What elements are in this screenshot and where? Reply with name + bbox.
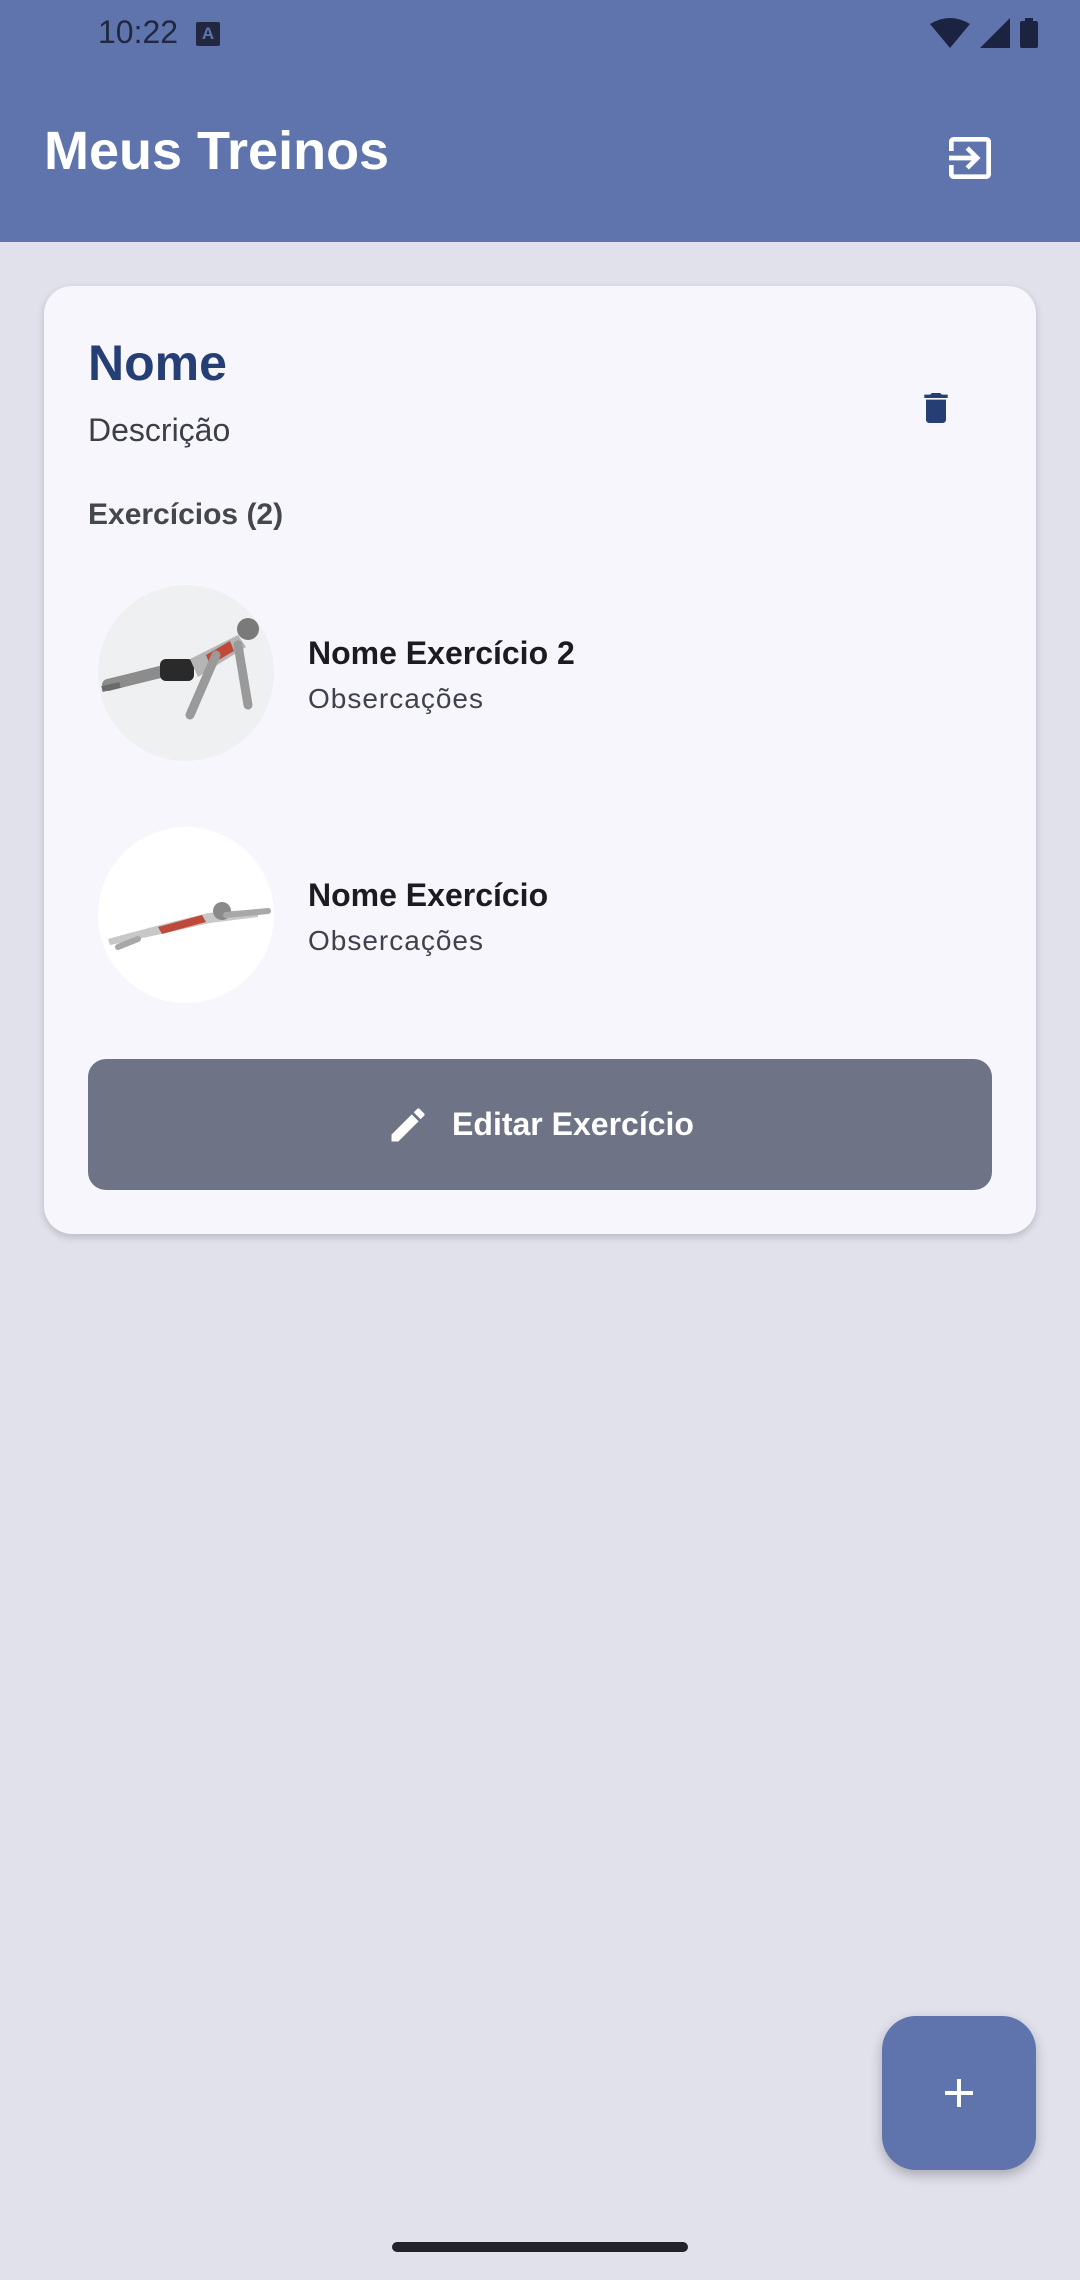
workout-name: Nome [88, 335, 227, 391]
pencil-icon [391, 1107, 425, 1141]
exercise-name: Nome Exercício [308, 877, 549, 913]
push-up-illustration [101, 618, 259, 720]
plus-icon [945, 2079, 973, 2107]
logout-button[interactable] [934, 122, 1006, 194]
add-workout-button[interactable] [882, 2016, 1036, 2170]
notification-icon: A [196, 22, 220, 46]
status-icons [930, 18, 1038, 48]
workout-card[interactable]: Nome Descrição Exercícios (2) Nome Exerc… [44, 286, 1036, 1234]
exercise-item[interactable]: Nome Exercício 2 Obsercações [44, 585, 1036, 765]
home-indicator[interactable] [392, 2242, 688, 2252]
edit-exercise-label: Editar Exercício [452, 1106, 694, 1142]
status-bar: 10:22 A [0, 0, 1080, 66]
status-time: 10:22 [98, 14, 179, 50]
signal-icon [980, 18, 1010, 48]
delete-button[interactable] [896, 368, 976, 448]
exercise-item[interactable]: Nome Exercício Obsercações [44, 827, 1036, 1007]
exercise-name: Nome Exercício 2 [308, 635, 575, 671]
exercise-notes: Obsercações [308, 683, 484, 714]
exercises-header: Exercícios (2) [88, 498, 284, 531]
prone-exercise-illustration [108, 902, 271, 950]
logout-icon [949, 137, 991, 179]
exercise-thumbnail [98, 827, 274, 1003]
app-bar: Meus Treinos [0, 66, 1080, 242]
workout-description: Descrição [88, 412, 231, 448]
page-title: Meus Treinos [44, 121, 390, 181]
edit-exercise-button[interactable]: Editar Exercício [88, 1059, 992, 1190]
battery-icon [1020, 18, 1038, 48]
exercise-notes: Obsercações [308, 925, 484, 956]
wifi-icon [930, 18, 970, 48]
trash-icon [924, 393, 948, 423]
exercise-thumbnail [98, 585, 274, 761]
